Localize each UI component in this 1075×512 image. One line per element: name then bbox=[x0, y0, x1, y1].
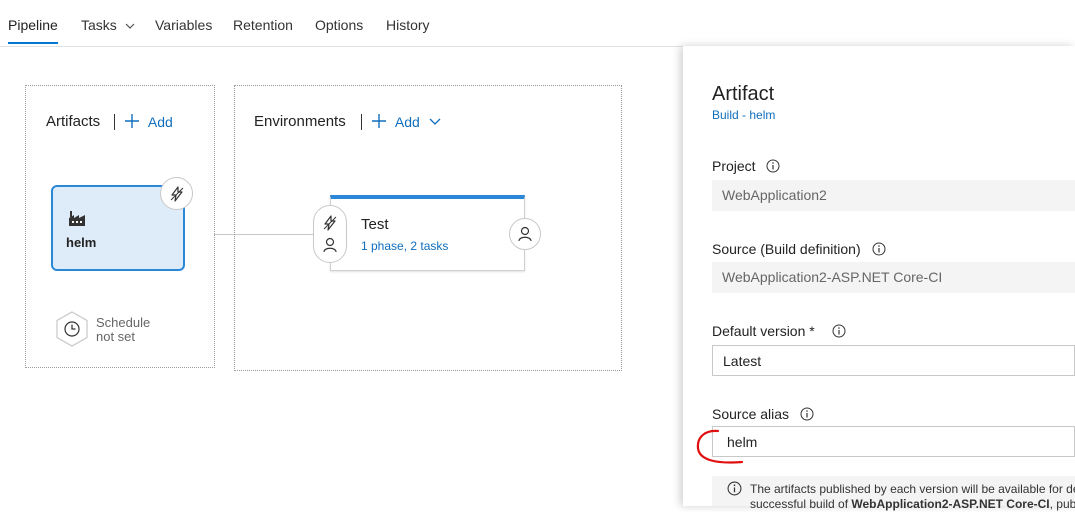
post-deployment-approvals-button[interactable] bbox=[509, 218, 541, 250]
info-line1: The artifacts published by each version … bbox=[750, 482, 1075, 496]
pre-deployment-conditions-button[interactable] bbox=[313, 205, 347, 263]
default-version-label: Default version * bbox=[712, 323, 846, 339]
panel-title: Artifact bbox=[712, 83, 775, 105]
add-artifact-button[interactable]: Add bbox=[124, 113, 173, 130]
info-icon[interactable] bbox=[766, 159, 780, 173]
pipeline-tab-bar: Pipeline Tasks Variables Retention Optio… bbox=[0, 0, 1075, 47]
source-alias-label: Source alias bbox=[712, 406, 814, 422]
add-environment-button[interactable]: Add bbox=[371, 113, 441, 130]
environment-card-test[interactable] bbox=[330, 195, 525, 271]
lightning-icon bbox=[323, 215, 337, 231]
tab-history[interactable]: History bbox=[386, 17, 430, 33]
artifact-name: helm bbox=[66, 235, 97, 250]
chevron-down-icon bbox=[125, 23, 135, 30]
add-environment-label: Add bbox=[394, 114, 420, 130]
schedule-line1: Schedule bbox=[96, 315, 151, 330]
tab-tasks[interactable]: Tasks bbox=[81, 17, 135, 33]
build-factory-icon bbox=[69, 211, 85, 226]
plus-icon bbox=[372, 114, 386, 128]
info-line2-bold: WebApplication2-ASP.NET Core-CI bbox=[851, 497, 1050, 511]
clock-icon bbox=[56, 311, 88, 347]
info-line2-suffix: , publi bbox=[1049, 497, 1075, 511]
panel-subtitle-link[interactable]: Build - helm bbox=[712, 108, 775, 122]
source-label-text: Source (Build definition) bbox=[712, 241, 861, 257]
lightning-icon bbox=[170, 185, 183, 202]
source-alias-label-text: Source alias bbox=[712, 406, 790, 422]
default-version-label-text: Default version * bbox=[712, 323, 815, 339]
source-label: Source (Build definition) bbox=[712, 241, 886, 257]
source-alias-input[interactable]: helm bbox=[712, 426, 1075, 457]
info-icon bbox=[727, 481, 742, 496]
environment-name: Test bbox=[361, 216, 389, 233]
info-icon[interactable] bbox=[832, 324, 846, 338]
schedule-line2: not set bbox=[96, 329, 136, 344]
active-tab-indicator bbox=[8, 42, 58, 44]
chevron-down-icon bbox=[429, 118, 441, 125]
person-icon bbox=[323, 237, 337, 253]
tab-pipeline[interactable]: Pipeline bbox=[8, 17, 58, 33]
environment-phase-summary-link[interactable]: 1 phase, 2 tasks bbox=[361, 239, 448, 253]
title-separator bbox=[361, 114, 362, 130]
tab-tasks-label: Tasks bbox=[81, 17, 117, 33]
info-line2-prefix: successful build of bbox=[750, 497, 852, 511]
info-line2: successful build of WebApplication2-ASP.… bbox=[750, 497, 1075, 512]
continuous-deployment-trigger-button[interactable] bbox=[160, 177, 193, 210]
add-artifact-label: Add bbox=[147, 114, 173, 130]
title-separator bbox=[114, 114, 115, 130]
project-label-text: Project bbox=[712, 158, 756, 174]
environments-title: Environments bbox=[254, 113, 346, 130]
source-build-definition-field: WebApplication2-ASP.NET Core-CI bbox=[712, 262, 1075, 293]
tab-options[interactable]: Options bbox=[315, 17, 363, 33]
schedule-button[interactable] bbox=[54, 310, 90, 348]
project-label: Project bbox=[712, 158, 780, 174]
artifact-info-text: The artifacts published by each version … bbox=[750, 482, 1075, 512]
tab-retention[interactable]: Retention bbox=[233, 17, 293, 33]
default-version-dropdown[interactable]: Latest bbox=[712, 345, 1075, 376]
plus-icon bbox=[125, 114, 139, 128]
person-icon bbox=[518, 226, 532, 242]
project-field: WebApplication2 bbox=[712, 180, 1075, 211]
info-icon[interactable] bbox=[800, 407, 814, 421]
annotation-mark bbox=[696, 429, 744, 464]
tab-variables[interactable]: Variables bbox=[155, 17, 212, 33]
info-icon[interactable] bbox=[872, 242, 886, 256]
artifacts-title: Artifacts bbox=[46, 113, 101, 130]
schedule-status[interactable]: Schedule not set bbox=[96, 316, 150, 344]
